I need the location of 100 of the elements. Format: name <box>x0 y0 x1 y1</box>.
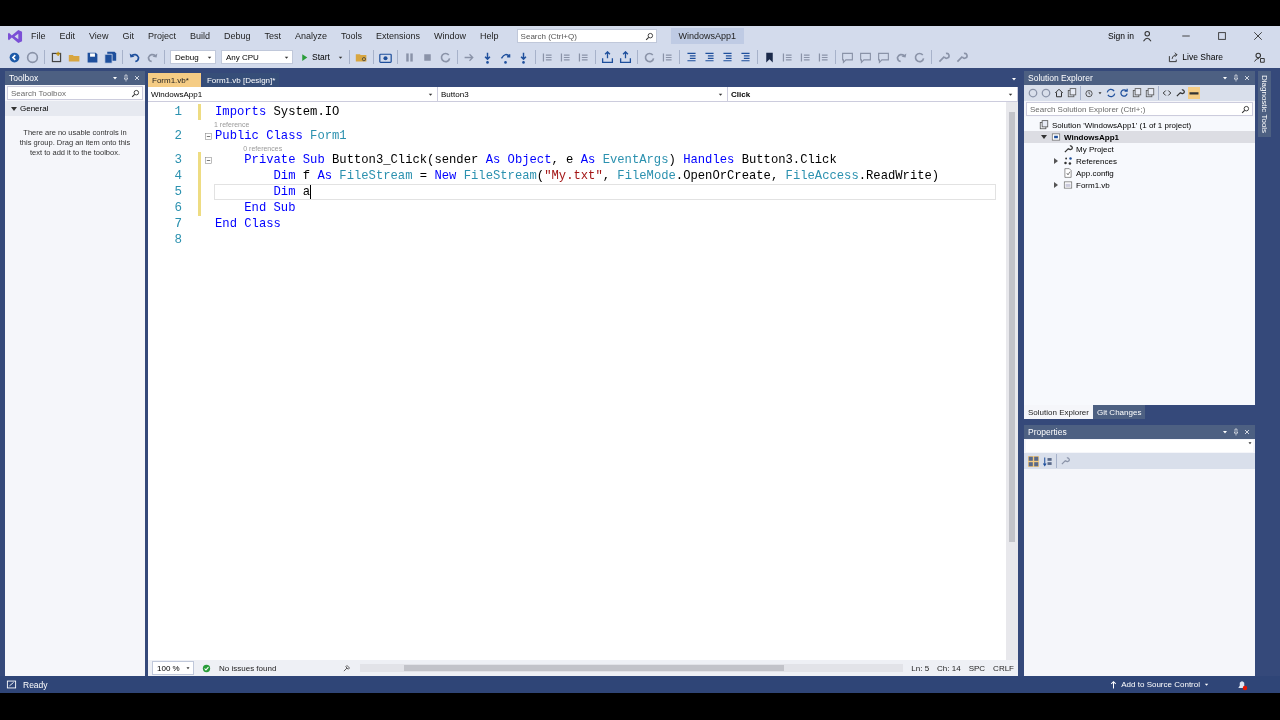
dropdown-icon[interactable] <box>1221 74 1229 82</box>
indent-icon[interactable] <box>738 50 752 64</box>
zoom-dropdown[interactable]: 100 % <box>152 661 194 675</box>
refresh-icon[interactable] <box>1119 88 1129 98</box>
menu-item[interactable]: Git <box>116 29 140 43</box>
form-file-icon <box>1063 180 1073 190</box>
visual-studio-logo <box>8 28 23 44</box>
close-icon[interactable] <box>1252 30 1264 42</box>
column-indicator: Ch: 14 <box>937 663 961 673</box>
sort-icon[interactable] <box>1042 455 1053 467</box>
indent-icon[interactable] <box>702 50 716 64</box>
home-icon[interactable] <box>1054 88 1064 98</box>
share-icon <box>1168 51 1180 63</box>
tree-item[interactable]: My Project <box>1024 143 1255 155</box>
configuration-dropdown[interactable]: Debug <box>170 50 216 64</box>
menu-item[interactable]: Build <box>183 29 216 43</box>
clock-icon[interactable] <box>1084 88 1094 98</box>
panel-tab[interactable]: Solution Explorer <box>1024 405 1093 419</box>
search-field[interactable]: Search (Ctrl+Q) <box>516 29 657 43</box>
code-icon[interactable] <box>1162 88 1172 98</box>
navigation-dropdown[interactable]: Button3 <box>438 87 728 101</box>
search-field[interactable]: Search Solution Explorer (Ctrl+;) <box>1026 102 1253 116</box>
line-number: 4 <box>173 169 183 183</box>
edit-icon <box>6 679 17 690</box>
document-tab[interactable]: Form1.vb [Design]* <box>202 73 280 87</box>
line-number: 6 <box>173 201 183 215</box>
caret-icon[interactable] <box>1097 90 1103 96</box>
whitespace-indicator[interactable]: SPC <box>968 663 986 673</box>
menu-item[interactable]: View <box>83 29 115 43</box>
tree-item[interactable]: Form1.vb <box>1024 179 1255 191</box>
live-share-button[interactable]: Live Share <box>1162 50 1229 64</box>
source-control-button[interactable]: Add to Source Control <box>1103 679 1216 690</box>
code-line: Imports System.IO <box>215 105 340 119</box>
line-number: 8 <box>173 233 183 247</box>
toolbox-group[interactable]: General <box>5 101 145 116</box>
back-icon[interactable] <box>8 50 21 64</box>
pin-icon[interactable] <box>1232 74 1240 82</box>
new-project-icon[interactable] <box>50 50 63 64</box>
menu-item[interactable]: Window <box>428 29 473 43</box>
solution-icon <box>1039 120 1049 130</box>
sign-in-button[interactable]: Sign in <box>1102 30 1140 42</box>
feedback-icon[interactable] <box>1253 51 1265 63</box>
dropdown-icon[interactable] <box>1221 428 1229 436</box>
line-number: 2 <box>173 129 183 143</box>
document-tab[interactable]: Form1.vb* <box>148 73 201 87</box>
code-line: Private Sub Button3_Click(sender As Object, e As EventArgs) Handles Button3.Click <box>243 153 837 167</box>
wrench-icon[interactable] <box>1175 88 1185 98</box>
tree-item[interactable]: WindowsApp1 <box>1024 131 1255 143</box>
maximize-icon[interactable] <box>1216 30 1228 42</box>
upload-icon[interactable] <box>600 50 614 64</box>
code-line: Public Class Form1 <box>215 129 347 143</box>
line-number: 5 <box>173 185 183 199</box>
upload-icon[interactable] <box>618 50 632 64</box>
pin-icon[interactable] <box>122 74 130 82</box>
line-number: 7 <box>173 217 183 231</box>
check-icon <box>202 663 211 673</box>
issues-status[interactable]: No issues found <box>219 663 277 673</box>
menu-item[interactable]: Analyze <box>289 29 333 43</box>
dropdown-icon[interactable] <box>111 74 119 82</box>
tree-item[interactable]: References <box>1024 155 1255 167</box>
restart-icon[interactable] <box>642 50 656 64</box>
dropdown-icon[interactable] <box>1010 75 1018 83</box>
scrollbar-thumb[interactable] <box>403 665 784 671</box>
brush-icon[interactable] <box>342 663 353 673</box>
panel-tab[interactable]: Git Changes <box>1092 405 1146 419</box>
panel-title: Solution Explorer <box>1028 73 1094 83</box>
menu-item[interactable]: Debug <box>217 29 257 43</box>
restart-icon[interactable] <box>438 50 452 64</box>
search-icon <box>644 31 654 41</box>
copy-icon[interactable] <box>1067 88 1077 98</box>
notification-icon[interactable] <box>1236 678 1248 691</box>
start-button[interactable]: Start <box>298 52 332 62</box>
scrollbar-thumb[interactable] <box>1009 112 1015 542</box>
menu-item[interactable]: File <box>25 29 52 43</box>
collapse-icon[interactable] <box>204 131 213 141</box>
search-field[interactable]: Search Toolbox <box>7 86 143 100</box>
navigation-dropdown[interactable]: WindowsApp1 <box>148 87 438 101</box>
side-tab[interactable]: Diagnostic Tools <box>1257 71 1271 138</box>
restart-icon[interactable] <box>912 50 926 64</box>
platform-dropdown[interactable]: Any CPU <box>221 50 293 64</box>
code-line: Dim f As FileStream = New FileStream("My.txt", FileMode.OpenOrCreate, FileAccess.ReadWrite) <box>272 169 940 183</box>
tree-item[interactable]: App.config <box>1024 167 1255 179</box>
menu-item[interactable]: Edit <box>53 29 82 43</box>
indent-icon[interactable] <box>720 50 734 64</box>
sync-icon[interactable] <box>1106 88 1116 98</box>
indent-icon[interactable] <box>684 50 698 64</box>
collapse-icon[interactable] <box>204 155 213 165</box>
navigation-dropdown[interactable]: Click <box>728 87 1018 101</box>
save-icon[interactable] <box>86 50 99 64</box>
line-ending-indicator[interactable]: CRLF <box>993 663 1014 673</box>
user-icon[interactable] <box>1142 30 1154 42</box>
menu-item[interactable]: Tools <box>335 29 369 43</box>
tree-item[interactable]: Solution 'WindowsApp1' (1 of 1 project) <box>1024 119 1255 131</box>
menu-item[interactable]: Extensions <box>370 29 427 43</box>
categorized-icon[interactable] <box>1028 455 1039 467</box>
menu-item[interactable]: Help <box>474 29 505 43</box>
menu-item[interactable]: Project <box>141 29 182 43</box>
pin-icon[interactable] <box>1232 428 1240 436</box>
save-all-icon[interactable] <box>104 50 117 64</box>
menu-item[interactable]: Test <box>258 29 287 43</box>
